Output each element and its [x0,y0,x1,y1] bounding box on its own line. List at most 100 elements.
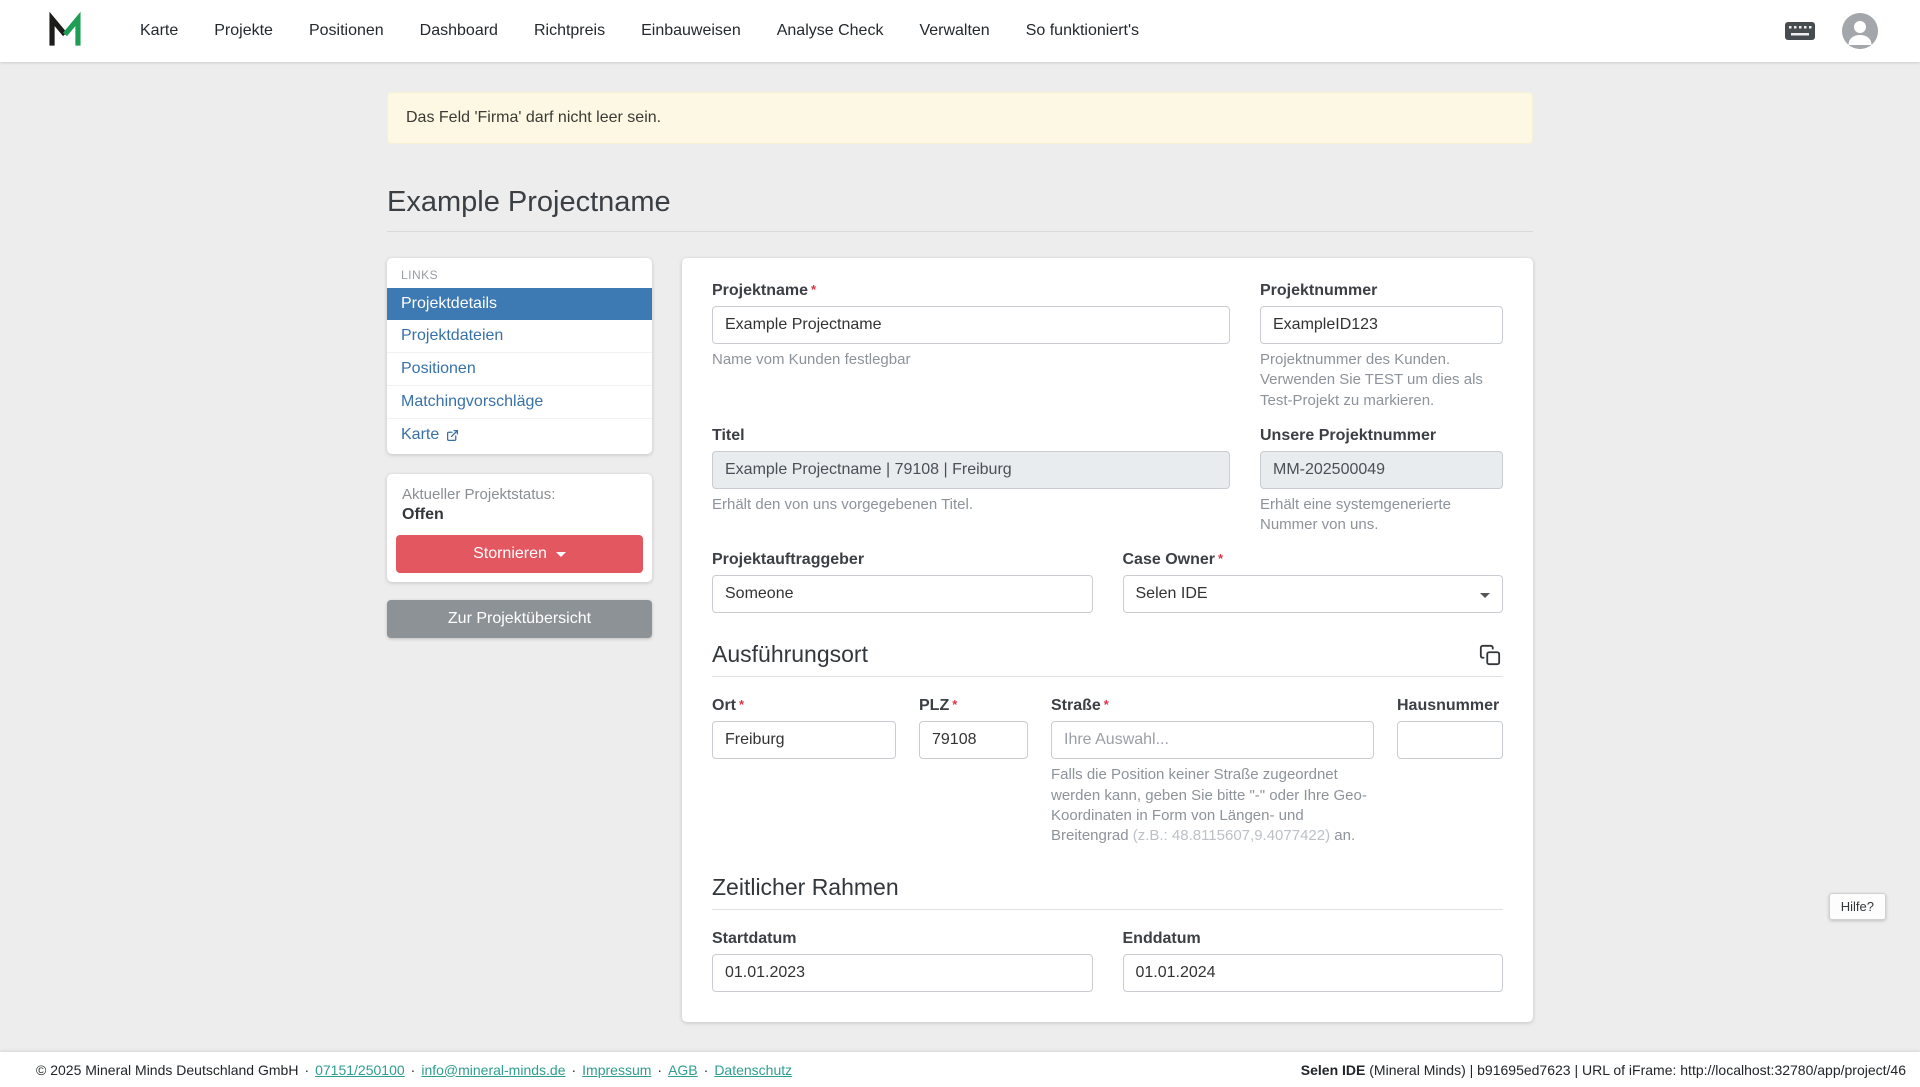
separator: · [704,1062,709,1078]
sidebar-item-positionen[interactable]: Positionen [387,352,652,385]
page-content: Das Feld 'Firma' darf nicht leer sein. E… [0,62,1920,1052]
projektauftraggeber-label: Projektauftraggeber [712,551,1093,569]
hausnummer-label: Hausnummer [1397,697,1503,715]
nav-item-positionen[interactable]: Positionen [309,22,384,40]
help-text: an. [1330,827,1355,844]
main-navigation: Karte Projekte Positionen Dashboard Rich… [140,22,1139,40]
separator: · [304,1062,309,1078]
nav-item-dashboard[interactable]: Dashboard [420,22,498,40]
separator: · [411,1062,416,1078]
projektname-help: Name vom Kunden festlegbar [712,350,1230,370]
caret-down-icon [556,552,566,557]
projektnummer-input[interactable] [1260,306,1503,344]
label-text: Hausnummer [1397,697,1499,714]
logo[interactable] [46,12,84,50]
separator: · [571,1062,576,1078]
unsere-projektnummer-label: Unsere Projektnummer [1260,427,1503,445]
projektname-label: Projektname* [712,282,1230,300]
agb-link[interactable]: AGB [668,1062,698,1078]
nav-item-einbauweisen[interactable]: Einbauweisen [641,22,741,40]
titel-label: Titel [712,427,1230,445]
copy-icon [1479,644,1501,666]
nav-item-analyse-check[interactable]: Analyse Check [777,22,884,40]
separator: · [657,1062,662,1078]
footer: © 2025 Mineral Minds Deutschland GmbH · … [0,1052,1920,1087]
required-mark: * [1104,697,1109,712]
plz-input[interactable] [919,721,1028,759]
status-label: Aktueller Projektstatus: [396,486,643,503]
strasse-input[interactable] [1051,721,1374,759]
enddatum-label: Enddatum [1123,930,1504,948]
label-text: Enddatum [1123,930,1201,947]
label-text: Projektname [712,282,808,299]
enddatum-input[interactable] [1123,954,1504,992]
caret-down-icon [1480,593,1490,598]
divider [712,676,1503,677]
validation-alert: Das Feld 'Firma' darf nicht leer sein. [387,92,1533,144]
case-owner-selected-value: Selen IDE [1136,585,1208,603]
ort-input[interactable] [712,721,896,759]
label-text: PLZ [919,697,949,714]
titel-input [712,451,1230,489]
external-link-icon [446,429,459,442]
nav-item-richtpreis[interactable]: Richtpreis [534,22,605,40]
startdatum-label: Startdatum [712,930,1093,948]
case-owner-select[interactable]: Selen IDE [1123,575,1504,613]
titel-help: Erhält den von uns vorgegebenen Titel. [712,495,1230,515]
links-card: LINKS Projektdetails Projektdateien Posi… [387,258,652,454]
label-text: Ort [712,697,736,714]
projektnummer-help: Projektnummer des Kunden. Verwenden Sie … [1260,350,1503,411]
stornieren-button[interactable]: Stornieren [396,535,643,573]
label-text: Projektnummer [1260,282,1377,299]
sidebar-item-projektdetails[interactable]: Projektdetails [387,288,652,320]
page-title: Example Projectname [387,186,1533,219]
mineral-minds-logo-icon [46,12,84,50]
nav-item-so-funktionierts[interactable]: So funktioniert's [1026,22,1139,40]
divider [387,231,1533,232]
sidebar-item-matchingvorschlaege[interactable]: Matchingvorschläge [387,385,652,418]
label-text: Straße [1051,697,1101,714]
required-mark: * [952,697,957,712]
divider [712,909,1503,910]
status-card: Aktueller Projektstatus: Offen Storniere… [387,474,652,582]
impressum-link[interactable]: Impressum [582,1062,651,1078]
help-example: (z.B.: 48.8115607,9.4077422) [1133,827,1330,844]
label-text: Startdatum [712,930,796,947]
links-header: LINKS [387,258,652,288]
sidebar-item-projektdateien[interactable]: Projektdateien [387,320,652,352]
nav-item-karte[interactable]: Karte [140,22,178,40]
case-owner-label: Case Owner* [1123,551,1504,569]
unsere-projektnummer-help: Erhält eine systemgenerierte Nummer von … [1260,495,1503,536]
label-text: Titel [712,427,745,444]
required-mark: * [1218,551,1223,566]
sidebar-item-label: Karte [401,426,439,444]
copy-address-button[interactable] [1477,642,1503,668]
email-link[interactable]: info@mineral-minds.de [421,1062,565,1078]
hausnummer-input[interactable] [1397,721,1503,759]
project-details-form: Projektname* Name vom Kunden festlegbar … [682,258,1533,1022]
projektname-input[interactable] [712,306,1230,344]
copyright-text: © 2025 Mineral Minds Deutschland GmbH [36,1062,298,1078]
required-mark: * [811,282,816,297]
nav-item-projekte[interactable]: Projekte [214,22,273,40]
keyboard-icon[interactable] [1784,20,1816,42]
left-sidebar: LINKS Projektdetails Projektdateien Posi… [387,258,652,638]
startdatum-input[interactable] [712,954,1093,992]
ort-label: Ort* [712,697,896,715]
phone-link[interactable]: 07151/250100 [315,1062,405,1078]
nav-item-verwalten[interactable]: Verwalten [919,22,989,40]
projektauftraggeber-input[interactable] [712,575,1093,613]
sidebar-item-karte[interactable]: Karte [387,418,652,451]
status-value: Offen [396,503,643,535]
help-button[interactable]: Hilfe? [1829,893,1886,920]
label-text: Unsere Projektnummer [1260,427,1436,444]
avatar[interactable] [1842,13,1878,49]
label-text: Case Owner [1123,551,1215,568]
zur-projektuebersicht-button[interactable]: Zur Projektübersicht [387,600,652,638]
strasse-help: Falls die Position keiner Straße zugeord… [1051,765,1374,846]
plz-label: PLZ* [919,697,1028,715]
datenschutz-link[interactable]: Datenschutz [714,1062,792,1078]
session-details: (Mineral Minds) | b91695ed7623 | URL of … [1365,1062,1906,1078]
unsere-projektnummer-input [1260,451,1503,489]
required-mark: * [739,697,744,712]
